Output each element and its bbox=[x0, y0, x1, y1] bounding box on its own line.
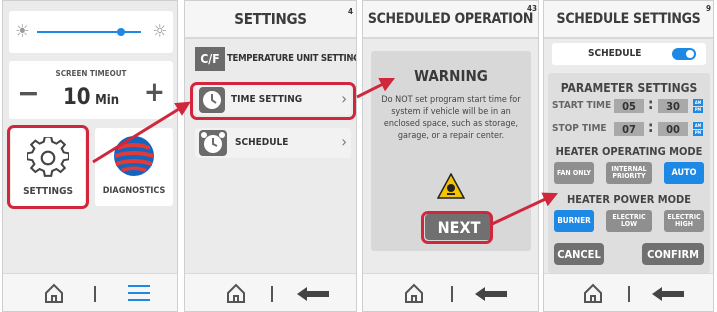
settings-item-schedule[interactable]: SCHEDULE › bbox=[195, 128, 351, 158]
warning-text: Do NOT set program start time for system… bbox=[381, 95, 521, 141]
back-arrow-icon[interactable] bbox=[652, 287, 684, 301]
settings-panel: SETTINGS 4 C/F TEMPERATURE UNIT SETTINGS… bbox=[184, 0, 357, 312]
scheduled-operation-title: SCHEDULED OPERATION bbox=[363, 1, 538, 39]
confirm-button[interactable]: CONFIRM bbox=[642, 243, 704, 265]
brightness-slider[interactable] bbox=[37, 28, 141, 36]
home-icon[interactable] bbox=[43, 282, 65, 304]
parameter-settings-card: PARAMETER SETTINGS START TIME 05 : 30 AM… bbox=[548, 73, 710, 273]
home-icon[interactable] bbox=[403, 282, 425, 304]
settings-item-temperature-unit[interactable]: C/F TEMPERATURE UNIT SETTINGS › bbox=[193, 45, 357, 75]
time-colon: : bbox=[648, 118, 654, 136]
schedule-label: SCHEDULE bbox=[588, 48, 642, 59]
stop-hour-field[interactable]: 07 bbox=[614, 122, 644, 136]
brightness-low-icon: ☀ bbox=[15, 21, 30, 42]
page-number: 4 bbox=[347, 7, 353, 16]
page-number: 9 bbox=[705, 4, 711, 13]
footer-divider bbox=[271, 286, 273, 302]
panel4-footer bbox=[544, 273, 713, 311]
menu-icon[interactable] bbox=[128, 284, 150, 301]
diagnostics-label: DIAGNOSTICS bbox=[102, 186, 166, 196]
pm-option[interactable]: PM bbox=[693, 129, 703, 136]
panel3-footer bbox=[363, 273, 538, 311]
schedule-settings-panel: SCHEDULE SETTINGS 9 SCHEDULE PARAMETER S… bbox=[543, 0, 714, 312]
pm-option[interactable]: PM bbox=[693, 106, 703, 113]
burner-button[interactable]: BURNER bbox=[554, 210, 594, 232]
diagnostics-tile[interactable]: DIAGNOSTICS bbox=[95, 128, 173, 206]
time-setting-highlight bbox=[190, 82, 356, 120]
stop-ampm-selector[interactable]: AM PM bbox=[693, 122, 703, 136]
home-icon[interactable] bbox=[582, 282, 604, 304]
warning-title: WARNING bbox=[414, 67, 488, 85]
footer-divider bbox=[94, 286, 96, 302]
home-icon[interactable] bbox=[225, 282, 247, 304]
stop-minute-field[interactable]: 00 bbox=[658, 122, 688, 136]
start-ampm-selector[interactable]: AM PM bbox=[693, 99, 703, 113]
diagnostics-logo-icon bbox=[114, 136, 154, 176]
back-arrow-icon[interactable] bbox=[297, 287, 329, 301]
settings-item-label: TEMPERATURE UNIT SETTINGS bbox=[227, 53, 357, 64]
next-highlight bbox=[421, 211, 493, 244]
screen-timeout-card: SCREEN TIMEOUT − 10 Min + bbox=[9, 61, 173, 119]
cancel-button[interactable]: CANCEL bbox=[554, 243, 604, 265]
timeout-increase-button[interactable]: + bbox=[144, 75, 165, 108]
operating-mode-title: HEATER OPERATING MODE bbox=[555, 145, 703, 158]
fan-only-button[interactable]: FAN ONLY bbox=[554, 162, 594, 184]
auto-button[interactable]: AUTO bbox=[664, 162, 704, 184]
settings-title: SETTINGS bbox=[185, 1, 356, 39]
chevron-right-icon: › bbox=[349, 48, 355, 67]
electric-low-button[interactable]: ELECTRIC LOW bbox=[606, 210, 652, 232]
brightness-card: ☀ ☼ bbox=[9, 11, 173, 53]
home-screen-panel: ☀ ☼ SCREEN TIMEOUT − 10 Min + SETTINGS D… bbox=[2, 0, 178, 312]
schedule-settings-title: SCHEDULE SETTINGS bbox=[544, 1, 713, 39]
panel1-footer bbox=[3, 273, 177, 311]
am-option[interactable]: AM bbox=[693, 122, 703, 129]
page-number: 43 bbox=[526, 4, 537, 13]
time-colon: : bbox=[648, 95, 654, 113]
toggle-knob bbox=[686, 50, 694, 58]
start-hour-field[interactable]: 05 bbox=[614, 99, 644, 113]
power-mode-title: HEATER POWER MODE bbox=[566, 193, 692, 206]
back-arrow-icon[interactable] bbox=[475, 287, 507, 301]
start-minute-field[interactable]: 30 bbox=[658, 99, 688, 113]
schedule-toggle[interactable] bbox=[672, 48, 696, 60]
alarm-clock-icon bbox=[199, 130, 227, 156]
settings-item-label: SCHEDULE bbox=[235, 137, 289, 148]
parameter-settings-title: PARAMETER SETTINGS bbox=[560, 81, 698, 95]
panel2-footer bbox=[185, 273, 356, 311]
stop-time-label: STOP TIME bbox=[552, 123, 607, 134]
schedule-row: SCHEDULE bbox=[552, 43, 706, 65]
footer-divider bbox=[451, 286, 453, 302]
footer-divider bbox=[628, 286, 630, 302]
electric-high-button[interactable]: ELECTRIC HIGH bbox=[664, 210, 704, 232]
chevron-right-icon: › bbox=[341, 132, 347, 151]
brightness-high-icon: ☼ bbox=[152, 21, 167, 42]
internal-priority-button[interactable]: INTERNAL PRIORITY bbox=[606, 162, 652, 184]
start-time-label: START TIME bbox=[552, 100, 612, 111]
timeout-unit: Min bbox=[95, 93, 120, 108]
scheduled-operation-panel: SCHEDULED OPERATION 43 WARNING Do NOT se… bbox=[362, 0, 539, 312]
am-option[interactable]: AM bbox=[693, 99, 703, 106]
timeout-value: 10 bbox=[62, 85, 91, 110]
temperature-unit-icon: C/F bbox=[195, 47, 225, 71]
skull-warning-icon bbox=[437, 173, 465, 199]
brightness-slider-thumb[interactable] bbox=[117, 28, 125, 36]
settings-highlight bbox=[7, 125, 89, 209]
